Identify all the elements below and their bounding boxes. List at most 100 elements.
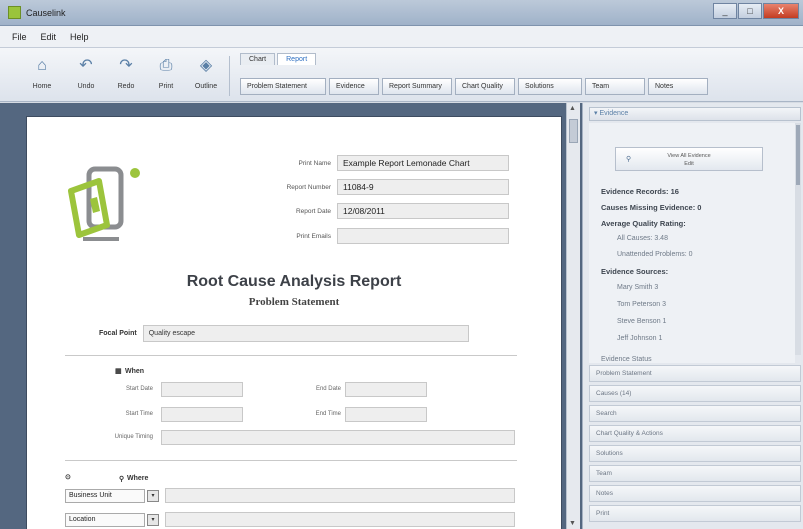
view-all-evidence-button[interactable]: ⚲ View All Evidence Edit bbox=[615, 147, 763, 171]
solutions-button[interactable]: Solutions bbox=[518, 77, 582, 95]
print-name-row: Print Name Example Report Lemonade Chart bbox=[257, 155, 509, 171]
report-subtitle: Problem Statement bbox=[248, 296, 340, 308]
redo-icon: ↷ bbox=[119, 57, 133, 74]
accordion-solutions[interactable]: Solutions bbox=[589, 445, 801, 462]
end-time-field[interactable] bbox=[345, 407, 427, 422]
menu-bar: File Edit Help bbox=[0, 26, 803, 48]
report-date-label: Report Date bbox=[295, 207, 331, 215]
focal-point-row: Focal Point Quality escape bbox=[99, 325, 469, 342]
section-divider bbox=[65, 460, 517, 461]
start-time-label: Start Time bbox=[125, 411, 153, 417]
evidence-records: Evidence Records: 16 bbox=[601, 187, 679, 196]
evidence-panel-title: Evidence bbox=[599, 110, 629, 117]
minimize-button[interactable]: _ bbox=[713, 3, 737, 19]
causes-missing-evidence: Causes Missing Evidence: 0 bbox=[601, 203, 702, 212]
start-date-field[interactable] bbox=[161, 382, 243, 397]
all-causes-rating: All Causes: 3.48 bbox=[617, 235, 668, 242]
print-emails-row: Print Emails bbox=[257, 228, 509, 244]
end-date-field[interactable] bbox=[345, 382, 427, 397]
home-icon: ⌂ bbox=[37, 57, 47, 74]
report-number-field[interactable]: 11084-9 bbox=[337, 179, 509, 195]
when-heading: When bbox=[125, 368, 145, 375]
print-name-label: Print Name bbox=[298, 159, 331, 167]
undo-icon: ↶ bbox=[79, 57, 93, 74]
expand-where-icon[interactable]: ⊙ bbox=[65, 473, 71, 481]
evidence-source-item[interactable]: Mary Smith 3 bbox=[617, 284, 658, 291]
print-button[interactable]: ⎙ Print bbox=[150, 54, 182, 98]
location-dropdown[interactable]: Location bbox=[65, 513, 145, 527]
report-title: Root Cause Analysis Report bbox=[186, 273, 402, 290]
redo-button[interactable]: ↷ Redo bbox=[110, 54, 142, 98]
menu-help[interactable]: Help bbox=[70, 32, 89, 42]
report-date-row: Report Date 12/08/2011 bbox=[257, 203, 509, 219]
undo-label: Undo bbox=[77, 83, 95, 90]
evidence-sources-heading: Evidence Sources: bbox=[601, 267, 669, 276]
accordion-search[interactable]: Search bbox=[589, 405, 801, 422]
chart-quality-button[interactable]: Chart Quality bbox=[455, 77, 515, 95]
evidence-source-item[interactable]: Jeff Johnson 1 bbox=[617, 335, 662, 342]
side-panel-scrollbar-thumb[interactable] bbox=[796, 125, 800, 185]
accordion-print[interactable]: Print bbox=[589, 505, 801, 522]
team-button[interactable]: Team bbox=[585, 77, 645, 95]
business-unit-field[interactable] bbox=[165, 488, 515, 503]
scroll-up-icon[interactable]: ▲ bbox=[569, 105, 576, 112]
title-bar: Causelink _ □ X bbox=[0, 0, 803, 26]
report-date-field[interactable]: 12/08/2011 bbox=[337, 203, 509, 219]
menu-file[interactable]: File bbox=[12, 32, 27, 42]
menu-edit[interactable]: Edit bbox=[41, 32, 57, 42]
outline-label: Outline bbox=[194, 83, 218, 90]
view-all-evidence-sublabel: Edit bbox=[684, 161, 694, 167]
average-quality-rating: Average Quality Rating: bbox=[601, 219, 686, 228]
location-pin-icon: ⚲ bbox=[119, 476, 125, 483]
unattended-problems: Unattended Problems: 0 bbox=[617, 251, 693, 258]
close-button[interactable]: X bbox=[763, 3, 799, 19]
accordion-team[interactable]: Team bbox=[589, 465, 801, 482]
start-date-label: Start Date bbox=[125, 386, 153, 392]
outline-button[interactable]: ◈ Outline bbox=[190, 54, 222, 98]
business-unit-dropdown[interactable]: Business Unit bbox=[65, 489, 145, 503]
print-label: Print bbox=[158, 83, 174, 90]
print-emails-field[interactable] bbox=[337, 228, 509, 244]
evidence-status-heading: Evidence Status bbox=[601, 356, 652, 363]
view-all-evidence-label: View All Evidence bbox=[667, 153, 711, 159]
evidence-button[interactable]: Evidence bbox=[329, 77, 379, 95]
end-date-label: End Date bbox=[315, 386, 341, 392]
report-summary-button[interactable]: Report Summary bbox=[382, 77, 452, 95]
start-time-field[interactable] bbox=[161, 407, 243, 422]
accordion-causes[interactable]: Causes (14) bbox=[589, 385, 801, 402]
end-time-label: End Time bbox=[315, 411, 341, 417]
undo-button[interactable]: ↶ Undo bbox=[70, 54, 102, 98]
location-field[interactable] bbox=[165, 512, 515, 527]
evidence-source-item[interactable]: Tom Peterson 3 bbox=[617, 301, 666, 308]
focal-point-field[interactable]: Quality escape bbox=[142, 325, 469, 342]
company-logo-icon bbox=[68, 166, 140, 241]
maximize-button[interactable]: □ bbox=[738, 3, 762, 19]
outline-icon: ◈ bbox=[199, 57, 213, 74]
scrollbar-thumb[interactable] bbox=[569, 119, 578, 143]
home-button[interactable]: ⌂ Home bbox=[26, 54, 58, 98]
window-controls: _ □ X bbox=[713, 3, 799, 19]
notes-button[interactable]: Notes bbox=[648, 77, 708, 95]
evidence-panel-header[interactable]: ▾ Evidence bbox=[589, 107, 801, 121]
location-chevron-icon[interactable]: ▾ bbox=[147, 514, 159, 526]
print-name-field[interactable]: Example Report Lemonade Chart bbox=[337, 155, 509, 171]
side-panel: ▾ Evidence ⚲ View All Evidence Edit Evid… bbox=[582, 103, 803, 529]
focal-point-label: Focal Point bbox=[99, 330, 137, 337]
accordion-problem-statement[interactable]: Problem Statement bbox=[589, 365, 801, 382]
accordion-chart-quality[interactable]: Chart Quality & Actions bbox=[589, 425, 801, 442]
unique-timing-field[interactable] bbox=[161, 430, 515, 445]
side-panel-scrollbar[interactable] bbox=[795, 123, 801, 355]
tab-chart[interactable]: Chart bbox=[240, 53, 276, 65]
scroll-down-icon[interactable]: ▼ bbox=[569, 520, 576, 527]
ribbon-tabs: Chart Report bbox=[240, 53, 317, 65]
window-title: Causelink bbox=[26, 8, 66, 18]
redo-label: Redo bbox=[117, 83, 135, 90]
business-unit-chevron-icon[interactable]: ▾ bbox=[147, 490, 159, 502]
accordion-notes[interactable]: Notes bbox=[589, 485, 801, 502]
report-number-label: Report Number bbox=[286, 183, 331, 191]
tab-report[interactable]: Report bbox=[277, 53, 317, 65]
workspace-scrollbar[interactable]: ▲ ▼ bbox=[566, 103, 580, 529]
ribbon-buttons: Problem Statement Evidence Report Summar… bbox=[240, 75, 800, 97]
evidence-source-item[interactable]: Steve Benson 1 bbox=[617, 318, 666, 325]
problem-statement-button[interactable]: Problem Statement bbox=[240, 77, 326, 95]
